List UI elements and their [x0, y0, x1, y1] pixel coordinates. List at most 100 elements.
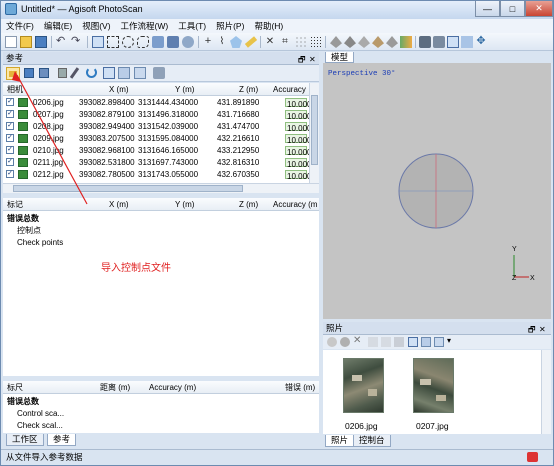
tab-photos[interactable]: 照片 [325, 435, 355, 447]
show-region-icon[interactable] [447, 36, 459, 48]
accuracy-cell: 10.000 [285, 146, 311, 157]
rotate-left-icon[interactable] [368, 337, 378, 347]
show-markers-icon[interactable] [433, 36, 445, 48]
aerial-photo-image [344, 359, 383, 412]
open-folder-icon[interactable] [20, 36, 32, 48]
status-app-icon [527, 452, 538, 462]
disable-camera-icon[interactable] [340, 337, 350, 347]
column-header-accuracy[interactable]: Accuracy (m [273, 198, 317, 211]
menu-tools[interactable]: 工具(T) [178, 20, 206, 32]
status-text: 从文件导入参考数据 [6, 452, 83, 462]
circle-selection-icon[interactable] [122, 36, 134, 48]
toolbar-separator [325, 36, 326, 48]
menu-file[interactable]: 文件(F) [6, 20, 34, 32]
rectangle-selection-icon[interactable] [107, 36, 119, 48]
column-header-x[interactable]: X (m) [109, 83, 129, 96]
scalebar-item[interactable]: Check scal... [3, 420, 319, 431]
column-header-z[interactable]: Z (m) [239, 198, 258, 211]
view-grid-icon[interactable] [434, 337, 444, 347]
photos-vertical-scrollbar[interactable] [541, 350, 551, 434]
marker-item[interactable]: Check points [3, 237, 319, 248]
rotate-region-icon[interactable] [182, 36, 194, 48]
column-header-z[interactable]: Z (m) [239, 83, 258, 96]
view-estimated-icon[interactable] [118, 67, 130, 79]
scrollbar-thumb[interactable] [311, 95, 318, 165]
dense-cloud-icon[interactable] [310, 36, 322, 48]
tab-console[interactable]: 控制台 [353, 435, 391, 447]
column-header-distance[interactable]: 距离 (m) [100, 381, 130, 394]
tiled-model-icon[interactable] [386, 36, 398, 48]
camera-z: 431.891890 [217, 98, 260, 107]
show-cameras-icon[interactable] [419, 36, 431, 48]
settings-icon[interactable] [153, 67, 165, 79]
shaded-model-icon[interactable] [330, 36, 342, 48]
column-header-accuracy[interactable]: Accuracy (m) [149, 381, 196, 394]
textured-model-icon[interactable] [372, 36, 384, 48]
projection-label: Perspective 30° [328, 70, 396, 78]
dem-icon[interactable] [400, 36, 412, 48]
menu-edit[interactable]: 编辑(E) [44, 20, 72, 32]
rotate-right-icon[interactable] [381, 337, 391, 347]
scalebar-item[interactable]: Control sca... [3, 408, 319, 419]
mask-icon[interactable] [394, 337, 404, 347]
camera-y: 3131542.039000 [138, 122, 199, 131]
crop-icon[interactable]: ⌗ [279, 36, 291, 48]
remove-camera-icon[interactable]: ✕ [353, 335, 361, 346]
point-icon[interactable]: + [202, 36, 214, 48]
maximize-button[interactable]: □ [500, 1, 525, 17]
tab-workspace[interactable]: 工作区 [6, 434, 44, 446]
minimize-button[interactable]: — [475, 1, 500, 17]
column-header-x[interactable]: X (m) [109, 198, 129, 211]
marker-item[interactable]: 控制点 [3, 225, 319, 236]
enable-camera-icon[interactable] [327, 337, 337, 347]
group-label: 错误总数 [7, 397, 39, 406]
main-window: Untitled* — Agisoft PhotoScan — □ ✕ 文件(F… [0, 0, 554, 466]
small-icons-icon[interactable] [421, 337, 431, 347]
undo-icon[interactable]: ↶ [56, 36, 68, 48]
photo-thumbnail[interactable] [413, 358, 454, 413]
column-header-y[interactable]: Y (m) [175, 83, 194, 96]
menu-view[interactable]: 视图(V) [82, 20, 110, 32]
delete-icon[interactable]: ✕ [264, 36, 276, 48]
wireframe-model-icon[interactable] [358, 36, 370, 48]
move-region-icon[interactable] [152, 36, 164, 48]
show-grid-icon[interactable] [461, 36, 473, 48]
large-icons-icon[interactable] [408, 337, 418, 347]
menu-photos[interactable]: 照片(P) [216, 20, 244, 32]
camera-y: 3131743.055000 [138, 170, 199, 179]
sparse-cloud-icon[interactable] [295, 36, 307, 48]
cameras-vertical-scrollbar[interactable] [309, 83, 319, 183]
view-errors-icon[interactable] [134, 67, 146, 79]
axis-x-label: X [530, 275, 535, 282]
accuracy-cell: 10.000 [285, 110, 311, 121]
tab-model[interactable]: 模型 [325, 52, 355, 63]
navigation-icon[interactable] [92, 36, 104, 48]
close-button[interactable]: ✕ [525, 1, 553, 17]
column-header-accuracy[interactable]: Accuracy [273, 83, 306, 96]
polygon-icon[interactable] [230, 36, 242, 48]
solid-model-icon[interactable] [344, 36, 356, 48]
photos-toolbar: ✕ ▾ [323, 335, 551, 349]
column-header-y[interactable]: Y (m) [175, 198, 194, 211]
reset-view-icon[interactable]: ✥ [475, 36, 487, 48]
menu-help[interactable]: 帮助(H) [254, 20, 283, 32]
column-header-scalebar[interactable]: 标尺 [7, 381, 23, 394]
redo-icon[interactable]: ↷ [71, 36, 83, 48]
free-form-selection-icon[interactable] [137, 36, 149, 48]
reference-panel-title-bar: 参考 🗗 ✕ [3, 52, 319, 65]
chevron-down-icon[interactable]: ▾ [447, 336, 451, 345]
save-icon[interactable] [35, 36, 47, 48]
column-header-error[interactable]: 错误 (m) [285, 381, 315, 394]
toolbar-separator [415, 36, 416, 48]
photo-thumbnail[interactable] [343, 358, 384, 413]
model-viewport[interactable]: Perspective 30° Y Z X [323, 63, 551, 319]
tab-reference[interactable]: 参考 [47, 434, 77, 446]
polyline-icon[interactable]: ⌇ [216, 36, 228, 48]
resize-region-icon[interactable] [167, 36, 179, 48]
menu-workflow[interactable]: 工作流程(W) [121, 20, 169, 32]
view-source-icon[interactable] [103, 67, 115, 79]
toolbar-separator [198, 36, 199, 48]
photoscan-app-icon [5, 3, 17, 15]
ruler-icon[interactable] [244, 36, 258, 48]
new-project-icon[interactable] [5, 36, 17, 48]
